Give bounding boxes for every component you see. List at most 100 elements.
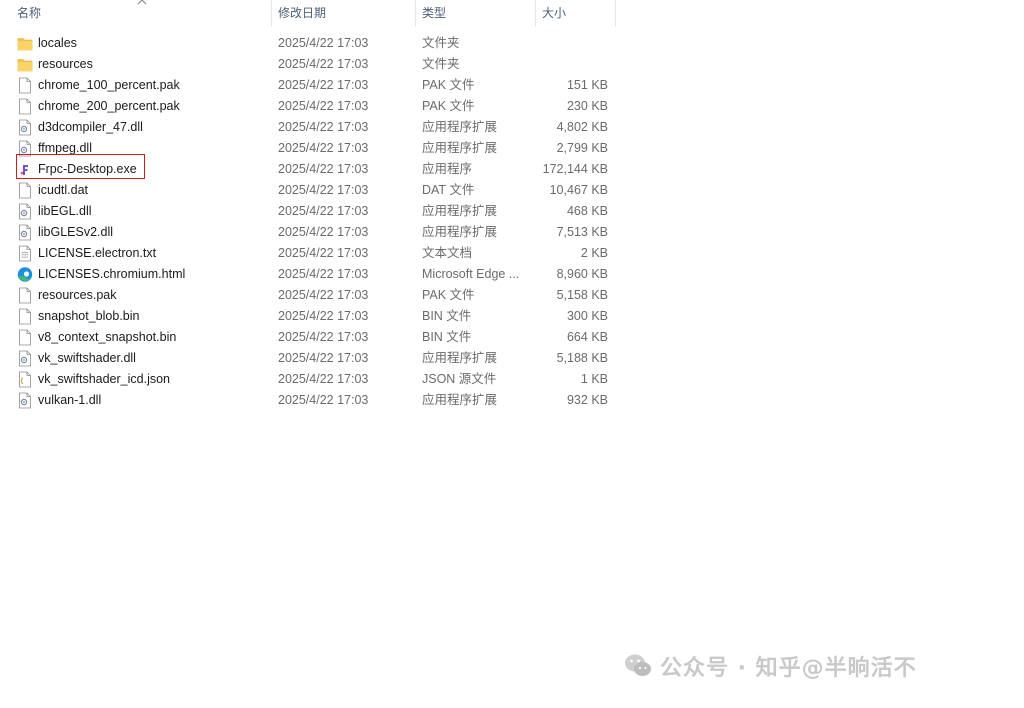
file-type: 应用程序	[422, 162, 473, 176]
file-size: 932 KB	[566, 393, 608, 407]
file-type: 应用程序扩展	[422, 120, 498, 134]
file-type: 文件夹	[422, 57, 460, 71]
file-row[interactable]: chrome_200_percent.pak 2025/4/22 17:03 PAK…	[0, 96, 616, 117]
file-type: 应用程序扩展	[422, 141, 498, 155]
file-name: vulkan-1.dll	[38, 393, 102, 407]
file-type: 应用程序扩展	[422, 225, 498, 239]
file-name: chrome_100_percent.pak	[38, 78, 180, 92]
column-name[interactable]: 名称	[17, 0, 41, 26]
watermark-text: 公众号 · 知乎@半晌活不	[660, 656, 917, 681]
dll-icon	[19, 350, 31, 367]
file-row[interactable]: libGLESv2.dll 2025/4/22 17:03 应用程序扩展 7,513 …	[0, 222, 616, 243]
file-date: 2025/4/22 17:03	[278, 372, 369, 386]
highlight-box	[16, 154, 145, 179]
file-date: 2025/4/22 17:03	[278, 267, 369, 281]
folder-icon	[17, 38, 33, 51]
file-type: 应用程序扩展	[422, 351, 498, 365]
file-row[interactable]: libEGL.dll 2025/4/22 17:03 应用程序扩展 468 KB	[0, 201, 616, 222]
file-type: BIN 文件	[422, 330, 472, 344]
file-size: 5,188 KB	[556, 351, 608, 365]
file-date: 2025/4/22 17:03	[278, 351, 369, 365]
file-type: 应用程序扩展	[422, 393, 498, 407]
file-size	[530, 33, 608, 54]
file-name: vk_swiftshader.dll	[38, 351, 136, 365]
file-row[interactable]: v8_context_snapshot.bin 2025/4/22 17:03 BI…	[0, 327, 616, 348]
file-name: resources	[38, 57, 93, 71]
wechat-icon	[625, 654, 651, 676]
file-name: LICENSE.electron.txt	[38, 246, 157, 260]
file-size: 300 KB	[566, 309, 608, 323]
file-date: 2025/4/22 17:03	[278, 225, 369, 239]
file-date: 2025/4/22 17:03	[278, 288, 369, 302]
column-size[interactable]: 大小	[542, 0, 566, 26]
file-date: 2025/4/22 17:03	[278, 309, 369, 323]
dll-icon	[19, 203, 31, 220]
file-size: 230 KB	[566, 99, 608, 113]
column-separator[interactable]	[271, 0, 272, 26]
file-size: 151 KB	[566, 78, 608, 92]
file-row[interactable]: LICENSE.electron.txt 2025/4/22 17:03 文本文档 2…	[0, 243, 616, 264]
file-name: v8_context_snapshot.bin	[38, 330, 177, 344]
file-icon	[19, 287, 31, 304]
file-date: 2025/4/22 17:03	[278, 183, 369, 197]
dll-icon	[19, 119, 31, 136]
file-row[interactable]: locales 2025/4/22 17:03 文件夹	[0, 33, 616, 54]
watermark: 公众号 · 知乎@半晌活不	[624, 648, 917, 684]
file-date: 2025/4/22 17:03	[278, 99, 369, 113]
file-row[interactable]: vk_swiftshader.dll 2025/4/22 17:03 应用程序扩展 5…	[0, 348, 616, 369]
file-type: PAK 文件	[422, 99, 475, 113]
file-row[interactable]: icudtl.dat 2025/4/22 17:03 DAT 文件 10,467 KB	[0, 180, 616, 201]
file-row[interactable]: vk_swiftshader_icd.json 2025/4/22 17:03 JS…	[0, 369, 616, 390]
file-size: 2,799 KB	[556, 141, 608, 155]
file-row[interactable]: d3dcompiler_47.dll 2025/4/22 17:03 应用程序扩展 4…	[0, 117, 616, 138]
file-size: 8,960 KB	[556, 267, 608, 281]
file-row[interactable]: LICENSES.chromium.html 2025/4/22 17:03 Mic…	[0, 264, 616, 285]
file-name: vk_swiftshader_icd.json	[38, 372, 171, 386]
file-type: 文本文档	[422, 246, 473, 260]
file-name: LICENSES.chromium.html	[38, 267, 186, 281]
file-type: DAT 文件	[422, 183, 475, 197]
file-date: 2025/4/22 17:03	[278, 141, 369, 155]
file-icon	[19, 182, 31, 199]
dll-icon	[19, 392, 31, 409]
file-icon	[19, 77, 31, 94]
text-file-icon	[19, 245, 31, 262]
column-header: 名称 修改日期 类型 大小	[0, 0, 616, 26]
file-row[interactable]: vulkan-1.dll 2025/4/22 17:03 应用程序扩展 932 KB	[0, 390, 616, 411]
file-name: chrome_200_percent.pak	[38, 99, 180, 113]
file-date: 2025/4/22 17:03	[278, 204, 369, 218]
file-icon	[19, 329, 31, 346]
folder-icon	[17, 59, 33, 72]
column-separator[interactable]	[615, 0, 616, 26]
file-size: 7,513 KB	[556, 225, 608, 239]
file-name: resources.pak	[38, 288, 117, 302]
sort-ascending-icon	[137, 0, 147, 5]
file-name: locales	[38, 36, 77, 50]
file-row[interactable]: resources.pak 2025/4/22 17:03 PAK 文件 5,158 …	[0, 285, 616, 306]
file-type: PAK 文件	[422, 78, 475, 92]
file-type: Microsoft Edge ...	[422, 267, 520, 281]
file-size: 2 KB	[580, 246, 608, 260]
edge-icon	[17, 267, 33, 282]
file-date: 2025/4/22 17:03	[278, 78, 369, 92]
file-type: 文件夹	[422, 36, 460, 50]
column-separator[interactable]	[535, 0, 536, 26]
file-row[interactable]: chrome_100_percent.pak 2025/4/22 17:03 PAK…	[0, 75, 616, 96]
file-date: 2025/4/22 17:03	[278, 162, 369, 176]
file-icon	[19, 98, 31, 115]
file-row[interactable]: resources 2025/4/22 17:03 文件夹	[0, 54, 616, 75]
column-type[interactable]: 类型	[422, 0, 446, 26]
file-date: 2025/4/22 17:03	[278, 57, 369, 71]
file-row[interactable]: snapshot_blob.bin 2025/4/22 17:03 BIN 文件 30…	[0, 306, 616, 327]
file-size: 4,802 KB	[556, 120, 608, 134]
file-size: 468 KB	[566, 204, 608, 218]
file-name: icudtl.dat	[38, 183, 89, 197]
column-separator[interactable]	[415, 0, 416, 26]
file-type: JSON 源文件	[422, 372, 497, 386]
file-date: 2025/4/22 17:03	[278, 393, 369, 407]
file-name: d3dcompiler_47.dll	[38, 120, 143, 134]
file-size: 172,144 KB	[542, 162, 608, 176]
file-type: BIN 文件	[422, 309, 472, 323]
column-date[interactable]: 修改日期	[278, 0, 326, 26]
file-size: 10,467 KB	[549, 183, 608, 197]
